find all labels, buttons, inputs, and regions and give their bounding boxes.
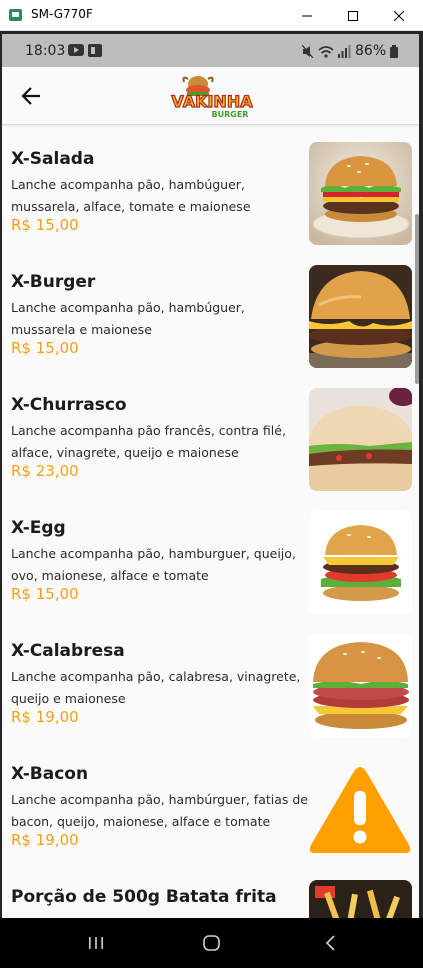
- product-price: R$ 19,00: [11, 831, 79, 849]
- product-item[interactable]: X-Churrasco Lanche acompanha pão francês…: [2, 372, 419, 495]
- product-description: Lanche acompanha pão, calabresa, vinagre…: [11, 669, 301, 706]
- product-description: Lanche acompanha pão, hambúrguer, fatias…: [11, 792, 308, 829]
- burger-egg-photo: [309, 511, 412, 614]
- recent-apps-button[interactable]: [76, 928, 116, 958]
- svg-text:VAKINHA: VAKINHA: [171, 92, 253, 111]
- home-button[interactable]: [192, 928, 232, 958]
- product-name: X-Calabresa: [11, 641, 125, 661]
- product-item[interactable]: X-Burger Lanche acompanha pão, hambúguer…: [2, 249, 419, 372]
- steak-sandwich-photo: [309, 388, 412, 491]
- product-item[interactable]: X-Bacon Lanche acompanha pão, hambúrguer…: [2, 741, 419, 864]
- product-item[interactable]: X-Egg Lanche acompanha pão, hamburguer, …: [2, 495, 419, 618]
- youtube-icon: [68, 44, 84, 56]
- product-name: X-Salada: [11, 149, 95, 169]
- product-price: R$ 19,00: [11, 708, 79, 726]
- scrollbar[interactable]: [415, 214, 419, 384]
- product-description: Lanche acompanha pão, hambúguer, mussare…: [11, 300, 245, 337]
- vakinha-burger-logo: VAKINHA BURGER: [171, 76, 254, 119]
- status-time: 18:03: [25, 43, 66, 59]
- arrow-left-icon: [21, 87, 40, 105]
- battery-level: 86%: [355, 43, 387, 59]
- notification-icons: [68, 44, 102, 57]
- close-button[interactable]: [376, 0, 422, 31]
- phone-screen: 18:03 86% VAKINHA BURGER X-Salada Lanche…: [2, 34, 419, 918]
- fries-photo: [309, 880, 412, 918]
- app-icon: [9, 9, 22, 21]
- product-price: R$ 15,00: [11, 216, 79, 234]
- product-description: Lanche acompanha pão, hambúguer, mussare…: [11, 177, 251, 214]
- product-price: R$ 15,00: [11, 339, 79, 357]
- product-item[interactable]: X-Calabresa Lanche acompanha pão, calabr…: [2, 618, 419, 741]
- minimize-button[interactable]: [284, 0, 330, 31]
- product-description: Lanche acompanha pão francês, contra fil…: [11, 423, 286, 460]
- product-name: X-Egg: [11, 518, 66, 538]
- product-name: Porção de 500g Batata frita: [11, 887, 277, 907]
- recent-apps-icon: [89, 937, 103, 949]
- product-description: Lanche acompanha pão, hamburguer, queijo…: [11, 546, 296, 583]
- product-price: R$ 23,00: [11, 462, 79, 480]
- product-name: X-Bacon: [11, 764, 89, 784]
- phone-frame: 18:03 86% VAKINHA BURGER X-Salada Lanche…: [0, 31, 423, 968]
- maximize-button[interactable]: [330, 0, 376, 31]
- status-bar: 18:03 86%: [2, 34, 419, 67]
- minimize-icon: [302, 15, 312, 16]
- close-icon: [394, 10, 404, 21]
- mute-icon: [302, 44, 314, 58]
- home-icon: [203, 935, 220, 951]
- svg-text:BURGER: BURGER: [212, 110, 249, 119]
- battery-icon: [390, 44, 399, 58]
- maximize-icon: [348, 10, 358, 21]
- product-list[interactable]: X-Salada Lanche acompanha pão, hambúguer…: [2, 126, 419, 918]
- back-button[interactable]: [16, 81, 46, 111]
- product-item[interactable]: X-Salada Lanche acompanha pão, hambúguer…: [2, 126, 419, 249]
- app-bar: VAKINHA BURGER: [2, 67, 419, 125]
- burger-salad-photo: [309, 142, 412, 245]
- burger-cheese-photo: [309, 265, 412, 368]
- wifi-icon: [318, 45, 334, 58]
- product-price: R$ 15,00: [11, 585, 79, 603]
- burger-calabresa-photo: [309, 634, 412, 737]
- window-title-bar: SM-G770F: [0, 0, 423, 31]
- product-name: X-Burger: [11, 272, 96, 292]
- cast-icon: [88, 44, 102, 57]
- signal-icon: [338, 44, 351, 58]
- chevron-left-icon: [325, 935, 335, 951]
- system-icons: 86%: [302, 43, 399, 59]
- window-title: SM-G770F: [31, 7, 93, 21]
- product-item[interactable]: Porção de 500g Batata frita: [2, 864, 419, 918]
- product-name: X-Churrasco: [11, 395, 127, 415]
- warning-icon: [309, 757, 412, 860]
- system-back-button[interactable]: [311, 928, 351, 958]
- navigation-bar: [0, 918, 423, 968]
